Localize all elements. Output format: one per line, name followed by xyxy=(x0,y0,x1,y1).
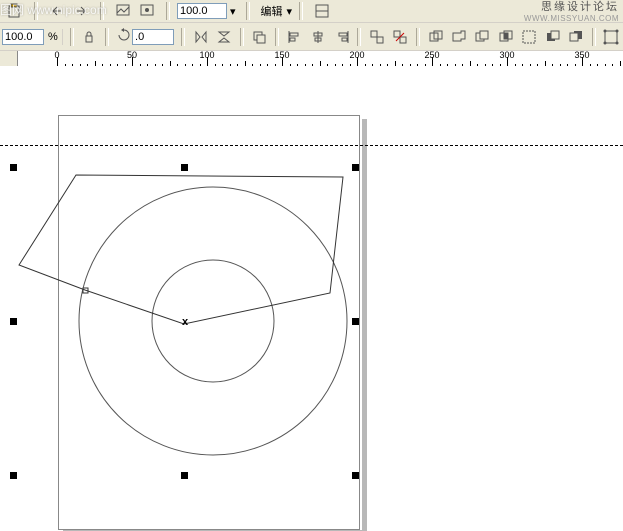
rotation-icon xyxy=(116,27,132,46)
selection-handle-n[interactable] xyxy=(181,164,188,171)
to-front-icon[interactable] xyxy=(249,26,270,48)
separator xyxy=(105,28,109,46)
selection-handle-se[interactable] xyxy=(352,472,359,479)
align-right-icon[interactable] xyxy=(331,26,352,48)
align-left-icon[interactable] xyxy=(284,26,305,48)
back-minus-front-icon[interactable] xyxy=(565,26,586,48)
export-icon[interactable] xyxy=(136,0,158,22)
separator xyxy=(181,28,185,46)
polygon-shape xyxy=(19,175,343,324)
separator xyxy=(240,28,244,46)
watermark-top-right: 思缘设计论坛 WWW.MISSYUAN.COM xyxy=(524,2,619,24)
selection-handle-e[interactable] xyxy=(352,318,359,325)
selection-handle-ne[interactable] xyxy=(352,164,359,171)
separator xyxy=(166,2,170,20)
separator xyxy=(592,28,596,46)
combine-icon[interactable] xyxy=(425,26,446,48)
zoom-level-input[interactable] xyxy=(177,3,227,19)
dropdown-icon[interactable]: ▾ xyxy=(227,5,239,18)
front-minus-back-icon[interactable] xyxy=(542,26,563,48)
separator xyxy=(299,2,303,20)
inner-circle-shape xyxy=(152,260,274,382)
import-icon[interactable] xyxy=(112,0,134,22)
simplify-icon[interactable] xyxy=(518,26,539,48)
mirror-v-icon[interactable] xyxy=(213,26,234,48)
outer-circle-shape xyxy=(79,187,347,455)
align-center-icon[interactable] xyxy=(307,26,328,48)
ruler-origin[interactable] xyxy=(0,51,18,67)
selection-center-mark[interactable]: x xyxy=(182,316,188,328)
scale-y-input[interactable] xyxy=(2,29,44,45)
dropdown-icon[interactable]: ▾ xyxy=(287,5,293,18)
property-row-2: % xyxy=(0,23,623,50)
ruler-label: 150 xyxy=(274,51,289,60)
ruler-label: 200 xyxy=(349,51,364,60)
drawing-svg xyxy=(0,66,623,531)
ruler-ticks: 0 50 100 150 200 250 300 350 xyxy=(17,51,623,67)
selection-handle-sw[interactable] xyxy=(10,472,17,479)
ruler-label: 50 xyxy=(127,51,137,60)
intersect-icon[interactable] xyxy=(495,26,516,48)
ruler-label: 300 xyxy=(499,51,514,60)
ungroup-icon[interactable] xyxy=(390,26,411,48)
ruler-label: 0 xyxy=(54,51,59,60)
watermark-cn: 思缘设计论坛 xyxy=(541,1,619,13)
watermark-en: WWW.MISSYUAN.COM xyxy=(524,14,619,23)
separator xyxy=(357,28,361,46)
group-icon[interactable] xyxy=(366,26,387,48)
rotation-input[interactable] xyxy=(132,29,174,45)
selection-handle-nw[interactable] xyxy=(10,164,17,171)
selection-handle-w[interactable] xyxy=(10,318,17,325)
separator xyxy=(70,28,74,46)
ruler-label: 250 xyxy=(424,51,439,60)
watermark-top-left: 图网 www.nipic.com xyxy=(0,1,107,18)
weld-icon[interactable] xyxy=(448,26,469,48)
separator xyxy=(275,28,279,46)
trim-icon[interactable] xyxy=(472,26,493,48)
mirror-h-icon[interactable] xyxy=(190,26,211,48)
ruler-label: 350 xyxy=(574,51,589,60)
lock-ratio-icon[interactable] xyxy=(79,26,100,48)
drawing-canvas[interactable]: x xyxy=(0,66,623,531)
options-icon[interactable] xyxy=(311,0,333,22)
ruler-label: 100 xyxy=(199,51,214,60)
percent-unit: % xyxy=(44,29,63,45)
selection-handle-s[interactable] xyxy=(181,472,188,479)
separator xyxy=(416,28,420,46)
separator xyxy=(246,2,250,20)
snap-label: 编辑 xyxy=(257,3,287,19)
convert-to-curves-icon[interactable] xyxy=(601,26,622,48)
